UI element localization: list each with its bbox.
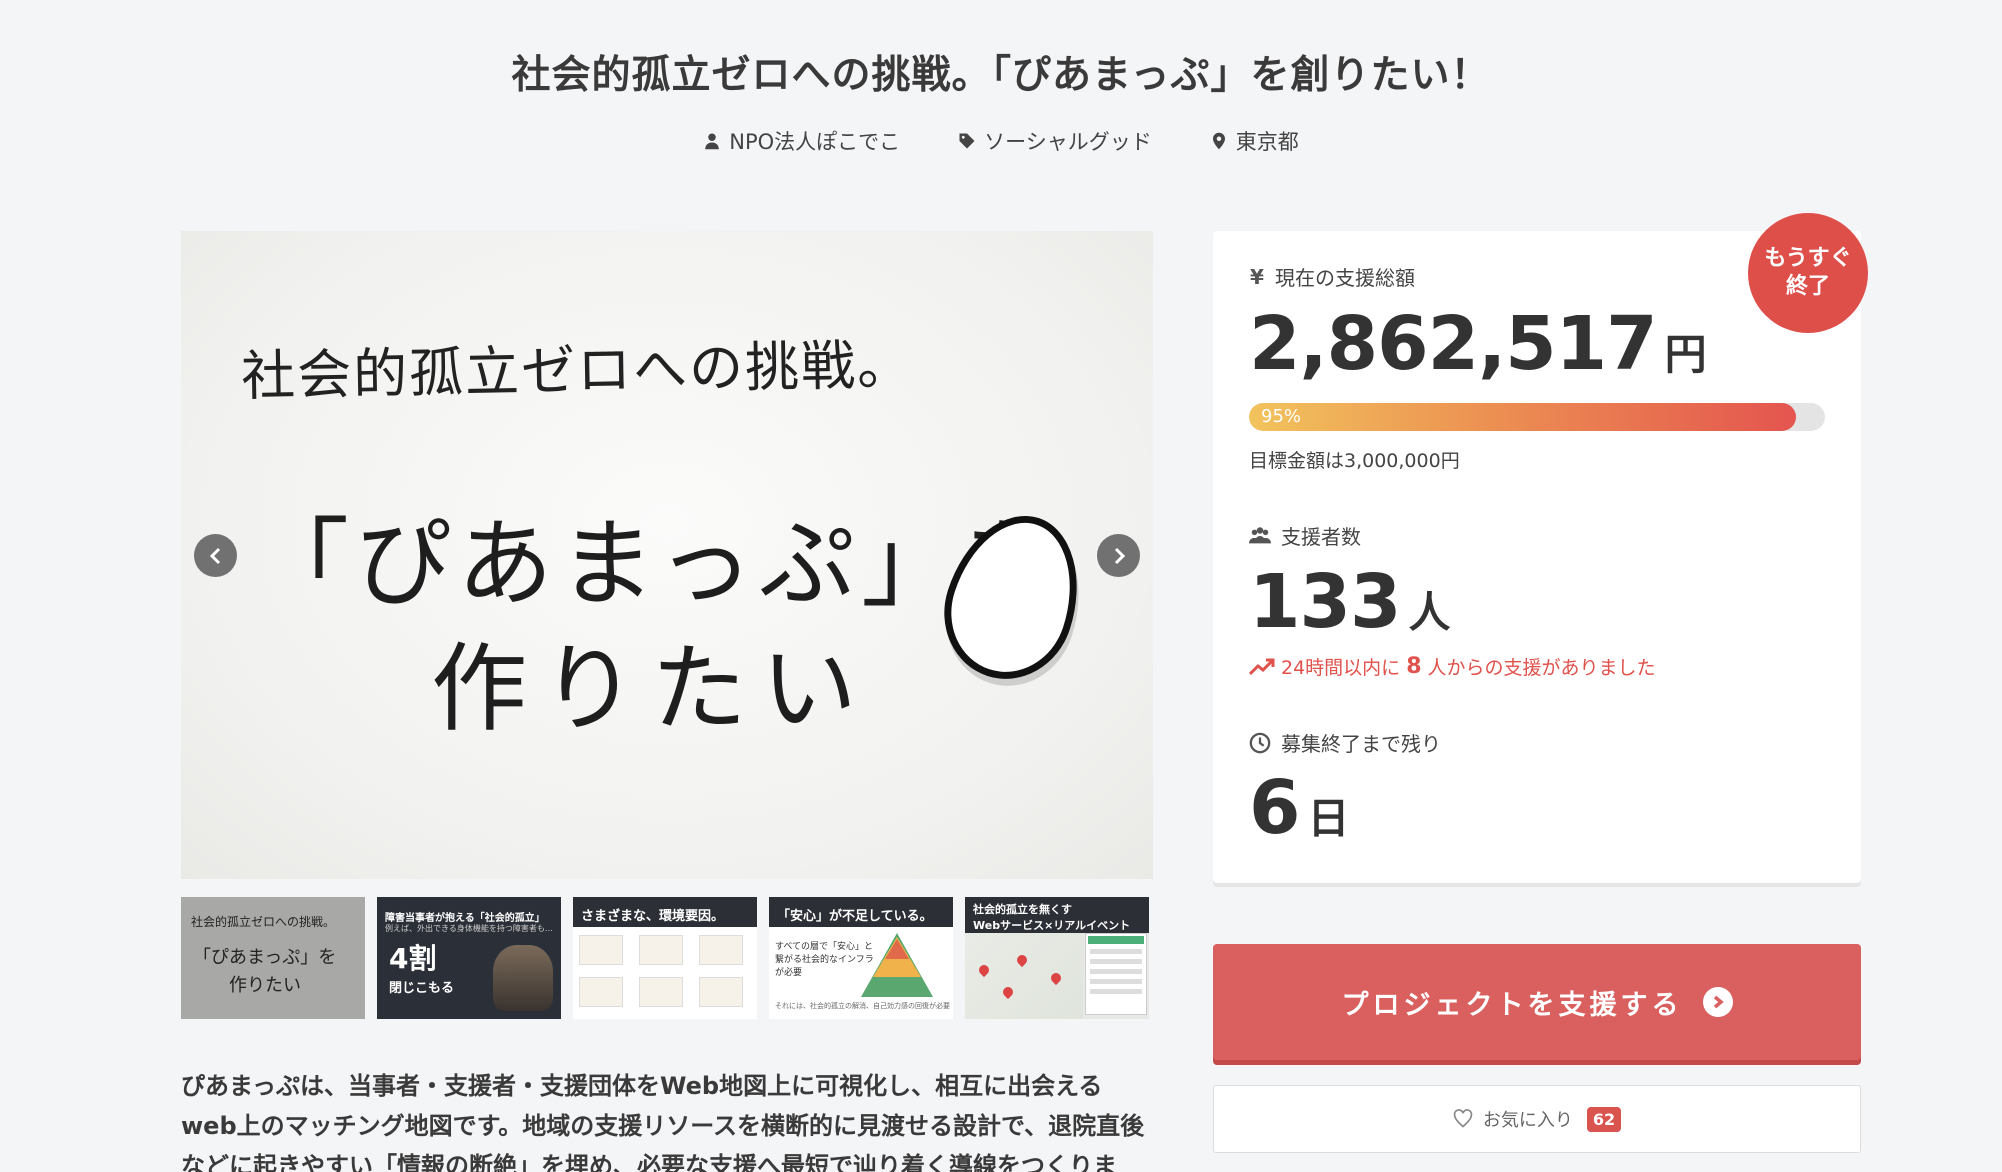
project-meta: NPO法人ぽこでこ ソーシャルグッド 東京都 bbox=[0, 126, 2002, 156]
thumbnail-text: それには、社会的孤立の解消、自己効力感の回復が必要 bbox=[775, 1002, 950, 1010]
remaining-label: 募集終了まで残り bbox=[1249, 728, 1441, 757]
trend-prefix: 24時間以内に bbox=[1281, 657, 1401, 679]
thumbnail-text: 「ぴあまっぷ」を bbox=[193, 947, 337, 968]
thumbnail-figure bbox=[579, 977, 623, 1007]
favorite-count-badge: 62 bbox=[1586, 1106, 1622, 1132]
thumbnail-3[interactable]: さまざまな、環境要因。 bbox=[573, 897, 757, 1019]
thumbnail-5[interactable]: 社会的孤立を無くす Webサービス×リアルイベント bbox=[965, 897, 1149, 1019]
amount-label: ¥ 現在の支援総額 bbox=[1249, 262, 1415, 291]
hero-line2: 「ぴあまっぷ」を bbox=[253, 508, 1066, 620]
owner-name: NPO法人ぽこでこ bbox=[729, 130, 901, 154]
hero-image: 社会的孤立ゼロへの挑戦。 「ぴあまっぷ」を 作りたい bbox=[181, 231, 1153, 879]
thumbnail-text: 4割 bbox=[389, 942, 437, 975]
thumbnail-figure bbox=[699, 977, 743, 1007]
thumbnail-text: 「安心」が不足している。 bbox=[769, 897, 953, 927]
carousel-next-button[interactable] bbox=[1097, 534, 1140, 577]
progress-fill: 95% bbox=[1249, 403, 1797, 431]
hero-line1: 社会的孤立ゼロへの挑戦。 bbox=[240, 333, 914, 408]
trend-count: 8 bbox=[1406, 654, 1422, 679]
thumbnail-2[interactable]: 障害当事者が抱える「社会的孤立」 例えば、外出できる身体機能を持つ障害者も… 4… bbox=[377, 897, 561, 1019]
arrow-right-circle-icon bbox=[1702, 987, 1733, 1017]
badge-line1: もうすぐ bbox=[1764, 246, 1852, 271]
map-pin-icon bbox=[1212, 132, 1225, 150]
thumbnail-figure bbox=[579, 935, 623, 965]
heart-icon bbox=[1453, 1109, 1473, 1128]
category-name: ソーシャルグッド bbox=[984, 130, 1152, 154]
thumbnail-photo bbox=[493, 945, 553, 1011]
progress-bar: 95% bbox=[1249, 403, 1825, 431]
map-pin-icon bbox=[976, 962, 992, 978]
thumbnail-text: 例えば、外出できる身体機能を持つ障害者も… bbox=[385, 924, 553, 933]
figure-line bbox=[1090, 969, 1142, 974]
chevron-right-icon bbox=[1114, 547, 1125, 564]
thumbnail-4[interactable]: 「安心」が不足している。 すべての層で「安心」と 繋がる社会的なインフラ が必要… bbox=[769, 897, 953, 1019]
map-pin-icon bbox=[1000, 984, 1016, 1000]
backers-unit: 人 bbox=[1408, 588, 1450, 637]
trend-suffix: 人からの支援がありました bbox=[1427, 657, 1656, 679]
thumbnail-text: 社会的孤立ゼロへの挑戦。 bbox=[191, 915, 336, 929]
carousel-prev-button[interactable] bbox=[194, 534, 237, 577]
recent-backers-notice: 24時間以内に 8 人からの支援がありました bbox=[1249, 653, 1656, 680]
owner-link[interactable]: NPO法人ぽこでこ bbox=[703, 126, 900, 156]
thumbnail-text: 閉じこもる bbox=[389, 981, 455, 996]
amount-value: 2,862,517 円 bbox=[1249, 301, 1707, 387]
badge-line2: 終了 bbox=[1785, 274, 1830, 299]
map-pin-icon bbox=[1048, 970, 1064, 986]
location-link[interactable]: 東京都 bbox=[1210, 126, 1299, 156]
clock-icon bbox=[1249, 732, 1271, 753]
tag-icon bbox=[959, 133, 975, 149]
project-description: ぴあまっぷは、当事者・支援者・支援団体をWeb地図上に可視化し、相互に出会えるw… bbox=[181, 1072, 1145, 1172]
backers-label-text: 支援者数 bbox=[1281, 525, 1361, 549]
thumbnail-1[interactable]: 社会的孤立ゼロへの挑戦。 「ぴあまっぷ」を 作りたい bbox=[181, 897, 365, 1019]
thumbnail-figure bbox=[639, 977, 683, 1007]
goal-amount: 目標金額は3,000,000円 bbox=[1249, 450, 1460, 472]
figure-line bbox=[1090, 979, 1142, 984]
thumbnail-text: 障害当事者が抱える「社会的孤立」 bbox=[385, 913, 545, 924]
hero-line3: 作りたい bbox=[431, 633, 871, 745]
chevron-left-icon bbox=[209, 547, 220, 564]
thumbnail-strip: 社会的孤立ゼロへの挑戦。 「ぴあまっぷ」を 作りたい 障害当事者が抱える「社会的… bbox=[181, 897, 1153, 1019]
figure-line bbox=[1090, 949, 1142, 954]
favorite-label: お気に入り bbox=[1482, 1110, 1573, 1131]
pyramid-figure bbox=[885, 939, 909, 959]
thumbnail-text: 社会的孤立を無くす Webサービス×リアルイベント bbox=[965, 897, 1149, 933]
funding-stats-card: ¥ 現在の支援総額 2,862,517 円 95% 目標金額は3,000,000円… bbox=[1213, 231, 1861, 883]
backers-value: 133 人 bbox=[1249, 559, 1450, 645]
ending-soon-badge: もうすぐ 終了 bbox=[1748, 213, 1868, 333]
thumbnail-text: 作りたい bbox=[229, 975, 301, 996]
thumbnail-figure bbox=[699, 935, 743, 965]
backers-number: 133 bbox=[1249, 559, 1401, 645]
backers-label: 支援者数 bbox=[1249, 521, 1361, 550]
user-icon bbox=[705, 133, 719, 150]
map-pin-icon bbox=[1014, 952, 1030, 968]
thumbnail-text: さまざまな、環境要因。 bbox=[573, 897, 757, 927]
thumbnail-text: すべての層で「安心」と 繋がる社会的なインフラ が必要 bbox=[775, 942, 874, 978]
remaining-value: 6日 bbox=[1249, 765, 1350, 851]
map-figure bbox=[965, 933, 1083, 1019]
remaining-label-text: 募集終了まで残り bbox=[1281, 732, 1441, 756]
users-icon bbox=[1249, 526, 1271, 543]
map-sidebar-figure bbox=[1085, 933, 1147, 1015]
amount-unit: 円 bbox=[1664, 330, 1707, 379]
support-button-label: プロジェクトを支援する bbox=[1341, 989, 1683, 1021]
location-name: 東京都 bbox=[1235, 130, 1299, 154]
figure-line bbox=[1090, 959, 1142, 964]
page-title: 社会的孤立ゼロへの挑戦。「ぴあまっぷ」を創りたい！ bbox=[511, 53, 1491, 98]
remaining-unit: 日 bbox=[1307, 794, 1350, 843]
support-project-button[interactable]: プロジェクトを支援する bbox=[1213, 944, 1861, 1060]
thumbnail-figure bbox=[639, 935, 683, 965]
yen-icon: ¥ bbox=[1250, 264, 1264, 289]
figure-line bbox=[1090, 989, 1142, 994]
trending-up-icon bbox=[1249, 658, 1275, 675]
category-link[interactable]: ソーシャルグッド bbox=[958, 126, 1152, 156]
amount-label-text: 現在の支援総額 bbox=[1275, 266, 1415, 290]
amount-number: 2,862,517 bbox=[1249, 301, 1658, 387]
remaining-number: 6 bbox=[1249, 765, 1300, 851]
figure-bar bbox=[1088, 936, 1144, 944]
favorite-button[interactable]: お気に入り 62 bbox=[1213, 1085, 1861, 1153]
